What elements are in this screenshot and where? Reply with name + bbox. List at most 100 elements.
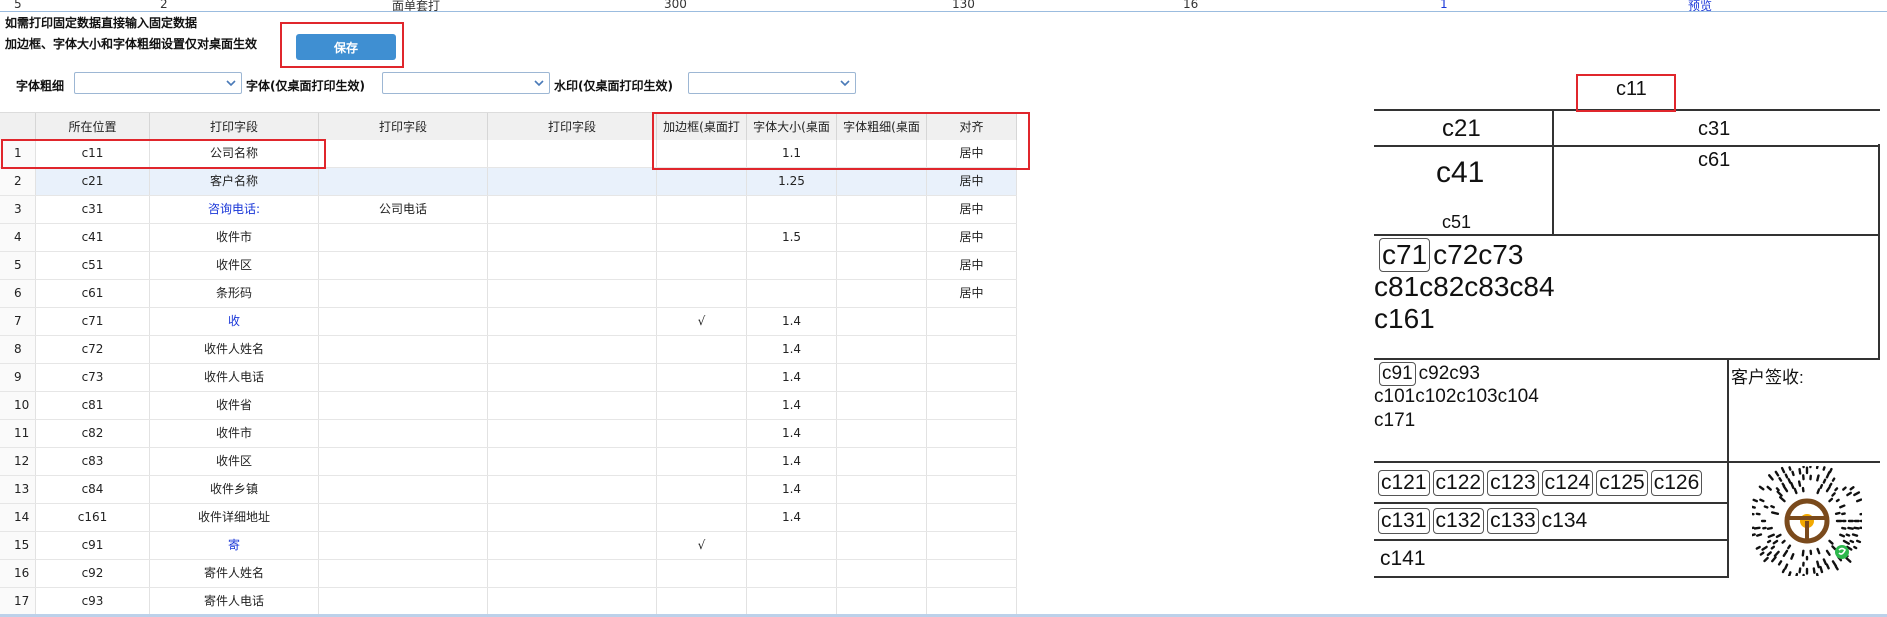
cell-font-size[interactable]: 1.5 xyxy=(747,224,837,251)
cell-position[interactable]: c84 xyxy=(36,476,150,503)
cell-field-2[interactable] xyxy=(319,168,488,195)
cell-font-weight[interactable] xyxy=(837,364,927,391)
cell-field-3[interactable] xyxy=(488,140,657,167)
cell-border[interactable] xyxy=(657,504,747,531)
cell-position[interactable]: c91 xyxy=(36,532,150,559)
cell-field-3[interactable] xyxy=(488,532,657,559)
cell-field-1[interactable]: 客户名称 xyxy=(150,168,319,195)
cell-border[interactable]: √ xyxy=(657,532,747,559)
cell-font-size[interactable] xyxy=(747,280,837,307)
cell-align[interactable] xyxy=(927,560,1017,587)
cell-font-weight[interactable] xyxy=(837,168,927,195)
cell-font-size[interactable] xyxy=(747,252,837,279)
cell-border[interactable] xyxy=(657,168,747,195)
cell-border[interactable]: √ xyxy=(657,308,747,335)
cell-field-1[interactable]: 收件区 xyxy=(150,252,319,279)
cell-field-2[interactable] xyxy=(319,448,488,475)
cell-font-size[interactable]: 1.4 xyxy=(747,476,837,503)
cell-align[interactable] xyxy=(927,392,1017,419)
cell-field-3[interactable] xyxy=(488,196,657,223)
cell-field-1[interactable]: 收件省 xyxy=(150,392,319,419)
cell-align[interactable] xyxy=(927,420,1017,447)
cell-field-2[interactable] xyxy=(319,280,488,307)
cell-font-weight[interactable] xyxy=(837,392,927,419)
cell-border[interactable] xyxy=(657,224,747,251)
cell-position[interactable]: c51 xyxy=(36,252,150,279)
cell-field-3[interactable] xyxy=(488,392,657,419)
cell-field-2[interactable] xyxy=(319,308,488,335)
cell-border[interactable] xyxy=(657,196,747,223)
save-button[interactable]: 保存 xyxy=(296,34,396,60)
cell-field-1[interactable]: 收件市 xyxy=(150,420,319,447)
cell-font-size[interactable]: 1.4 xyxy=(747,392,837,419)
cell-border[interactable] xyxy=(657,252,747,279)
cell-font-size[interactable] xyxy=(747,588,837,615)
cell-font-size[interactable]: 1.4 xyxy=(747,420,837,447)
cell-border[interactable] xyxy=(657,336,747,363)
table-row[interactable]: 10 c81 收件省 1.4 xyxy=(0,392,1017,420)
cell-field-3[interactable] xyxy=(488,224,657,251)
table-row[interactable]: 7 c71 收 √ 1.4 xyxy=(0,308,1017,336)
cell-position[interactable]: c31 xyxy=(36,196,150,223)
table-row[interactable]: 8 c72 收件人姓名 1.4 xyxy=(0,336,1017,364)
cell-align[interactable] xyxy=(927,532,1017,559)
cell-align[interactable] xyxy=(927,476,1017,503)
cell-border[interactable] xyxy=(657,364,747,391)
cell-align[interactable]: 居中 xyxy=(927,196,1017,223)
cell-align[interactable] xyxy=(927,308,1017,335)
cell-align[interactable] xyxy=(927,448,1017,475)
cell-field-2[interactable] xyxy=(319,504,488,531)
cell-font-weight[interactable] xyxy=(837,560,927,587)
cell-position[interactable]: c83 xyxy=(36,448,150,475)
cell-field-2[interactable] xyxy=(319,476,488,503)
cell-border[interactable] xyxy=(657,476,747,503)
cell-font-weight[interactable] xyxy=(837,280,927,307)
cell-position[interactable]: c73 xyxy=(36,364,150,391)
previous-table-row[interactable]: 5 2 面单套打 300 130 16 1 预览 xyxy=(0,0,1887,12)
cell-field-2[interactable] xyxy=(319,560,488,587)
cell-field-1[interactable]: 寄件人电话 xyxy=(150,588,319,615)
table-row[interactable]: 14 c161 收件详细地址 1.4 xyxy=(0,504,1017,532)
cell-font-weight[interactable] xyxy=(837,504,927,531)
cell-border[interactable] xyxy=(657,588,747,615)
cell-field-3[interactable] xyxy=(488,448,657,475)
cell-position[interactable]: c81 xyxy=(36,392,150,419)
cell-font-weight[interactable] xyxy=(837,308,927,335)
cell-field-3[interactable] xyxy=(488,588,657,615)
cell-font-weight[interactable] xyxy=(837,224,927,251)
preview-link[interactable]: 预览 xyxy=(1688,0,1712,11)
cell-font-size[interactable]: 1.4 xyxy=(747,504,837,531)
cell-field-1[interactable]: 收件详细地址 xyxy=(150,504,319,531)
cell-field-3[interactable] xyxy=(488,364,657,391)
cell-field-3[interactable] xyxy=(488,420,657,447)
cell-font-size[interactable]: 1.4 xyxy=(747,308,837,335)
header-position[interactable]: 所在位置 xyxy=(36,113,150,141)
table-row[interactable]: 5 c51 收件区 居中 xyxy=(0,252,1017,280)
cell-border[interactable] xyxy=(657,392,747,419)
header-field-2[interactable]: 打印字段 xyxy=(319,113,488,141)
cell-field-3[interactable] xyxy=(488,336,657,363)
table-row[interactable]: 15 c91 寄 √ xyxy=(0,532,1017,560)
font-select[interactable] xyxy=(382,72,550,94)
cell-font-weight[interactable] xyxy=(837,336,927,363)
cell-border[interactable] xyxy=(657,420,747,447)
cell-font-weight[interactable] xyxy=(837,420,927,447)
cell-align[interactable]: 居中 xyxy=(927,252,1017,279)
cell-font-size[interactable] xyxy=(747,196,837,223)
table-row[interactable]: 16 c92 寄件人姓名 xyxy=(0,560,1017,588)
cell-font-weight[interactable] xyxy=(837,448,927,475)
cell-field-1[interactable]: 寄件人姓名 xyxy=(150,560,319,587)
cell-position[interactable]: c82 xyxy=(36,420,150,447)
cell-position[interactable]: c161 xyxy=(36,504,150,531)
cell-position[interactable]: c61 xyxy=(36,280,150,307)
cell-field-2[interactable] xyxy=(319,252,488,279)
watermark-select[interactable] xyxy=(688,72,856,94)
cell-position[interactable]: c21 xyxy=(36,168,150,195)
cell-position[interactable]: c71 xyxy=(36,308,150,335)
cell-field-2[interactable] xyxy=(319,224,488,251)
cell-field-1[interactable]: 收件市 xyxy=(150,224,319,251)
cell-field-2[interactable] xyxy=(319,420,488,447)
cell-align[interactable]: 居中 xyxy=(927,168,1017,195)
cell-field-1[interactable]: 寄 xyxy=(150,532,319,559)
cell-align[interactable]: 居中 xyxy=(927,224,1017,251)
